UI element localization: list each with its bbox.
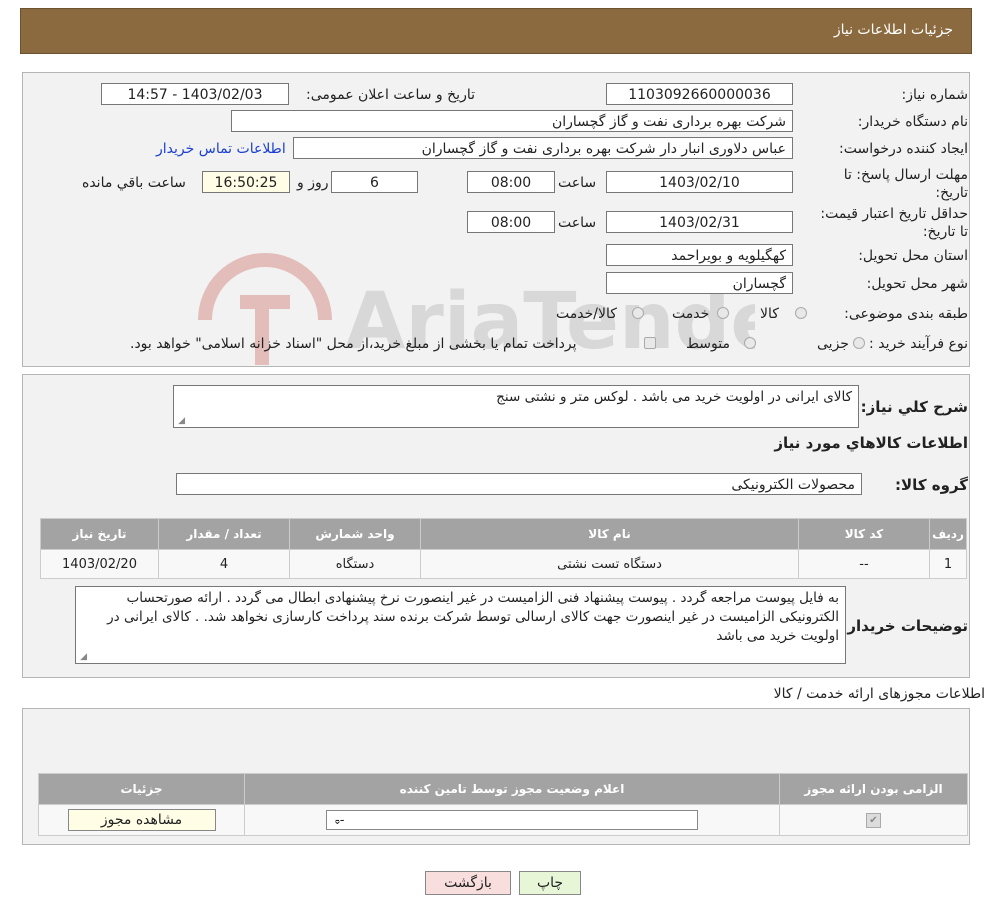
- cell-permit-details: مشاهده مجوز: [38, 804, 245, 836]
- col-date: تاريخ نياز: [40, 518, 159, 550]
- validity-date-field: 1403/02/31: [606, 211, 793, 233]
- buyer-label: نام دستگاه خریدار:: [857, 114, 968, 130]
- remaining-time-field: 16:50:25: [202, 171, 290, 193]
- process-option-medium: متوسط: [686, 336, 730, 352]
- buyer-contact-link[interactable]: اطلاعات تماس خریدار: [156, 141, 286, 157]
- category-option-both: کالا/خدمت: [556, 306, 617, 322]
- need-number-field: 1103092660000036: [606, 83, 793, 105]
- goods-group-field: محصولات الکترونیکی: [176, 473, 862, 495]
- permits-table-header: الزامی بودن ارائه مجوز اعلام وضعیت مجوز …: [38, 773, 968, 805]
- cell-date: 1403/02/20: [40, 549, 159, 579]
- goods-group-label: گروه کالا:: [895, 476, 968, 494]
- category-option-service: خدمت: [672, 306, 710, 322]
- deadline-date-field: 1403/02/10: [606, 171, 793, 193]
- description-text: کالای ایرانی در اولویت خرید می باشد . لو…: [496, 389, 852, 405]
- resize-grip-icon[interactable]: ◢: [79, 653, 87, 662]
- process-note: پرداخت تمام یا بخشی از مبلغ خرید،از محل …: [130, 336, 577, 352]
- col-row: رديف: [929, 518, 967, 550]
- cell-unit: دستگاه: [289, 549, 421, 579]
- permit-required-checkbox: ✔: [866, 813, 881, 828]
- validity-label: حداقل تاریخ اعتبار قیمت: تا تاریخ:: [820, 206, 968, 240]
- deadline-time-field: 08:00: [467, 171, 555, 193]
- process-radio-minor[interactable]: [853, 337, 865, 349]
- description-label: شرح کلي نياز:: [860, 398, 968, 416]
- cell-permit-required: ✔: [779, 804, 968, 836]
- remaining-label: ساعت باقي مانده: [82, 175, 186, 191]
- col-name: نام کالا: [420, 518, 799, 550]
- page-title: جزئیات اطلاعات نیاز: [833, 22, 953, 38]
- province-label: استان محل تحویل:: [858, 248, 968, 264]
- page-header: جزئیات اطلاعات نیاز: [20, 8, 972, 54]
- goods-table-header: رديف کد کالا نام کالا واحد شمارش تعداد /…: [40, 518, 967, 550]
- deadline-label: مهلت ارسال پاسخ: تا تاریخ:: [843, 167, 968, 201]
- category-option-goods: کالا: [760, 306, 779, 322]
- col-qty: تعداد / مقدار: [158, 518, 290, 550]
- category-radio-both[interactable]: [632, 307, 644, 319]
- cell-permit-status: -- ⌄: [244, 804, 780, 836]
- category-label: طبقه بندی موضوعی:: [844, 306, 968, 322]
- cell-code: --: [798, 549, 930, 579]
- process-label: نوع فرآیند خرید :: [869, 336, 968, 352]
- col-permit-required: الزامی بودن ارائه مجوز: [779, 773, 968, 805]
- category-radio-goods[interactable]: [795, 307, 807, 319]
- cell-name: دستگاه تست نشتی: [420, 549, 799, 579]
- back-button[interactable]: بازگشت: [425, 871, 511, 895]
- permit-status-select[interactable]: -- ⌄: [326, 810, 698, 830]
- announce-label: تاریخ و ساعت اعلان عمومی:: [306, 87, 475, 103]
- deadline-time-label: ساعت: [558, 175, 597, 191]
- col-code: کد کالا: [798, 518, 930, 550]
- announce-field: 1403/02/03 - 14:57: [101, 83, 289, 105]
- city-field: گچساران: [606, 272, 793, 294]
- days-field: 6: [331, 171, 418, 193]
- treasury-checkbox[interactable]: [644, 337, 656, 349]
- buyer-notes-textarea[interactable]: به فایل پیوست مراجعه گردد . پیوست پیشنها…: [75, 586, 846, 664]
- resize-grip-icon[interactable]: ◢: [177, 417, 185, 426]
- validity-time-field: 08:00: [467, 211, 555, 233]
- cell-qty: 4: [158, 549, 290, 579]
- permits-section-title: اطلاعات مجوزهای ارائه خدمت / کالا: [773, 686, 985, 702]
- buyer-notes-label: توضیحات خریدار:: [841, 617, 968, 635]
- category-radio-service[interactable]: [717, 307, 729, 319]
- table-row: ✔ -- ⌄ مشاهده مجوز: [38, 804, 968, 836]
- process-radio-medium[interactable]: [744, 337, 756, 349]
- buyer-notes-text: به فایل پیوست مراجعه گردد . پیوست پیشنها…: [107, 590, 839, 644]
- table-row: 1 -- دستگاه تست نشتی دستگاه 4 1403/02/20: [40, 549, 967, 579]
- days-label: روز و: [297, 175, 329, 191]
- view-permit-button[interactable]: مشاهده مجوز: [67, 809, 216, 831]
- col-unit: واحد شمارش: [289, 518, 421, 550]
- validity-time-label: ساعت: [558, 215, 597, 231]
- need-number-label: شماره نیاز:: [901, 87, 969, 103]
- creator-label: ایجاد کننده درخواست:: [839, 141, 968, 157]
- goods-table: رديف کد کالا نام کالا واحد شمارش تعداد /…: [40, 518, 967, 579]
- province-field: کهگیلویه و بویراحمد: [606, 244, 793, 266]
- col-permit-status: اعلام وضعیت مجوز توسط تامین کننده: [244, 773, 780, 805]
- description-textarea[interactable]: کالای ایرانی در اولویت خرید می باشد . لو…: [173, 385, 859, 428]
- city-label: شهر محل تحویل:: [866, 276, 968, 292]
- col-permit-details: جزئیات: [38, 773, 245, 805]
- chevron-down-icon: ⌄: [332, 814, 342, 827]
- process-option-minor: جزیی: [817, 336, 849, 352]
- buyer-field: شرکت بهره برداری نفت و گاز گچساران: [231, 110, 793, 132]
- cell-row: 1: [929, 549, 967, 579]
- print-button[interactable]: چاپ: [519, 871, 581, 895]
- permits-table: الزامی بودن ارائه مجوز اعلام وضعیت مجوز …: [38, 773, 968, 836]
- creator-field: عباس دلاوری انبار دار شرکت بهره برداری ن…: [293, 137, 793, 159]
- goods-section-title: اطلاعات کالاهاي مورد نياز: [774, 434, 968, 452]
